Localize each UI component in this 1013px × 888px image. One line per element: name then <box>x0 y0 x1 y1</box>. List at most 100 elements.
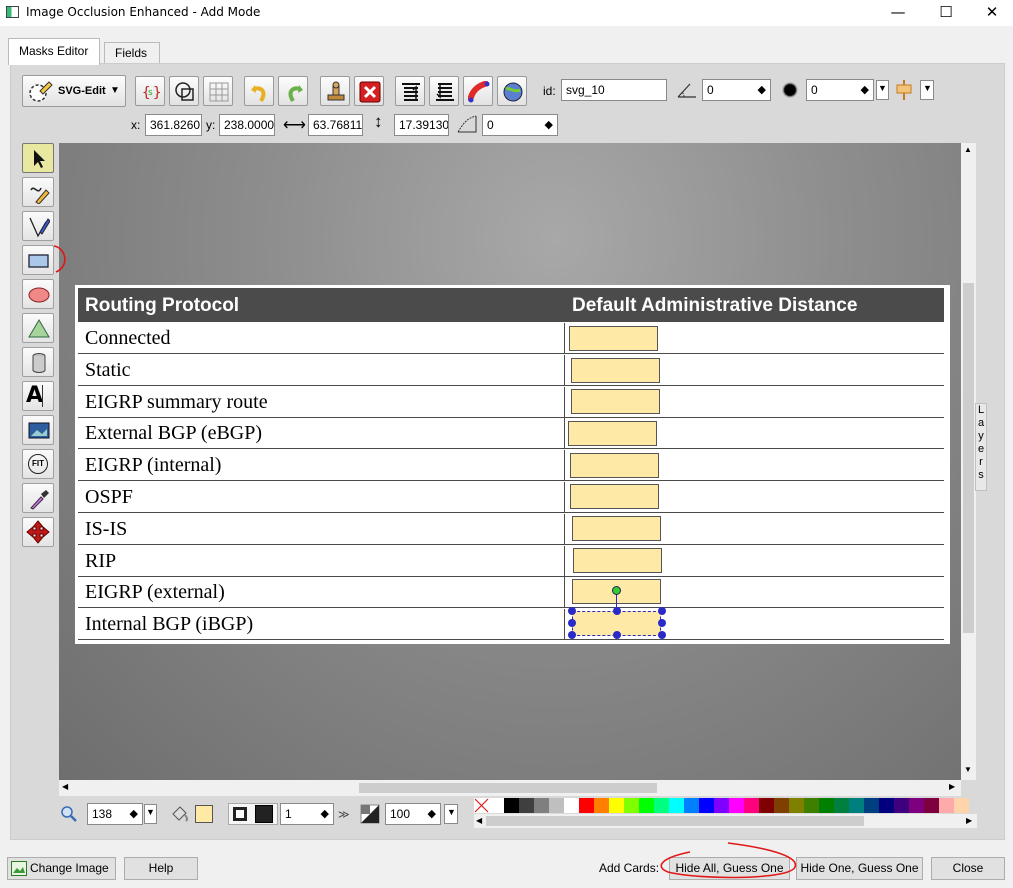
ellipse-tool-button[interactable] <box>22 279 54 309</box>
rectangle-tool-button[interactable] <box>22 245 54 275</box>
pencil-tool-button[interactable] <box>22 177 54 207</box>
grid-button[interactable] <box>203 76 233 106</box>
palette-swatch[interactable] <box>564 798 579 813</box>
close-button[interactable]: Close <box>931 857 1005 880</box>
palette-swatch[interactable] <box>894 798 909 813</box>
height-input[interactable]: 17.39130 <box>394 114 449 136</box>
palette-swatch[interactable] <box>789 798 804 813</box>
undo-button[interactable] <box>244 76 274 106</box>
resize-handle[interactable] <box>613 607 621 615</box>
palette-swatch[interactable] <box>909 798 924 813</box>
resize-handle[interactable] <box>658 631 666 639</box>
palette-swatch[interactable] <box>714 798 729 813</box>
move-to-top-button[interactable] <box>395 76 425 106</box>
corner-radius-input[interactable]: 0 ◆ <box>482 114 558 136</box>
stroke-color-swatch[interactable] <box>255 805 273 823</box>
palette-swatch[interactable] <box>534 798 549 813</box>
text-tool-button[interactable]: A <box>22 381 54 411</box>
palette-swatch[interactable] <box>819 798 834 813</box>
occlusion-mask[interactable] <box>573 548 662 573</box>
occlusion-mask[interactable] <box>569 326 658 351</box>
palette-swatch[interactable] <box>864 798 879 813</box>
palette-swatch[interactable] <box>624 798 639 813</box>
resize-handle[interactable] <box>613 631 621 639</box>
maximize-button[interactable]: ☐ <box>923 0 969 26</box>
tab-fields[interactable]: Fields <box>104 42 160 64</box>
y-input[interactable]: 238.0000 <box>219 114 275 136</box>
blur-dropdown[interactable]: ▼ <box>876 80 889 100</box>
polygon-tool-button[interactable] <box>22 313 54 343</box>
help-button[interactable]: Help <box>124 857 198 880</box>
resize-handle[interactable] <box>568 631 576 639</box>
palette-swatch[interactable] <box>939 798 954 813</box>
palette-swatch[interactable] <box>519 798 534 813</box>
vertical-scrollbar[interactable]: ▲ ▼ <box>961 143 976 780</box>
image-tool-button[interactable] <box>22 415 54 445</box>
palette-scrollbar[interactable]: ◀ ▶ <box>474 814 977 828</box>
layer-tool-button[interactable] <box>22 347 54 377</box>
palette-swatch[interactable] <box>654 798 669 813</box>
palette-swatch[interactable] <box>594 798 609 813</box>
x-input[interactable]: 361.8260 <box>145 114 202 136</box>
hide-one-guess-one-button[interactable]: Hide One, Guess One <box>796 857 923 880</box>
rotate-handle[interactable] <box>612 586 621 595</box>
palette-swatch[interactable] <box>744 798 759 813</box>
svg-edit-menu-button[interactable]: SVG-Edit ▼ <box>22 75 126 107</box>
pan-tool-button[interactable] <box>22 517 54 547</box>
palette-swatch[interactable] <box>609 798 624 813</box>
opacity-dropdown[interactable]: ▼ <box>444 804 458 824</box>
resize-handle[interactable] <box>658 607 666 615</box>
occlusion-mask[interactable] <box>570 484 659 509</box>
palette-swatch[interactable] <box>669 798 684 813</box>
palette-swatch[interactable] <box>849 798 864 813</box>
palette-swatch[interactable] <box>684 798 699 813</box>
no-color-swatch[interactable] <box>474 798 489 813</box>
select-tool-button[interactable] <box>22 143 54 173</box>
resize-handle[interactable] <box>568 607 576 615</box>
move-to-bottom-button[interactable] <box>429 76 459 106</box>
opacity-input[interactable]: 100 ◆ <box>385 803 441 825</box>
resize-handle[interactable] <box>658 619 666 627</box>
palette-swatch[interactable] <box>579 798 594 813</box>
align-dropdown[interactable]: ▼ <box>920 80 934 100</box>
close-window-button[interactable]: ✕ <box>969 0 1013 26</box>
occlusion-mask[interactable] <box>572 516 661 541</box>
zoom-dropdown[interactable]: ▼ <box>144 804 157 824</box>
eyedropper-tool-button[interactable] <box>22 483 54 513</box>
stroke-style-icon[interactable]: ≫ <box>338 808 350 821</box>
wireframe-button[interactable] <box>169 76 199 106</box>
palette-swatch[interactable] <box>639 798 654 813</box>
palette-swatch[interactable] <box>834 798 849 813</box>
palette-swatch[interactable] <box>879 798 894 813</box>
id-input[interactable]: svg_10 <box>561 79 667 101</box>
occlusion-mask[interactable] <box>571 389 660 414</box>
layers-panel-toggle[interactable]: Layers <box>975 403 987 491</box>
zoom-input[interactable]: 138 ◆ <box>87 803 143 825</box>
horizontal-scrollbar[interactable]: ◀ ▶ <box>59 780 961 796</box>
angle-input[interactable]: 0 ◆ <box>702 79 771 101</box>
convert-to-path-button[interactable] <box>463 76 493 106</box>
blur-input[interactable]: 0 ◆ <box>806 79 874 101</box>
palette-swatch[interactable] <box>759 798 774 813</box>
palette-swatch[interactable] <box>924 798 939 813</box>
palette-swatch[interactable] <box>504 798 519 813</box>
hide-all-guess-one-button[interactable]: Hide All, Guess One <box>669 857 790 880</box>
occlusion-mask[interactable] <box>571 358 660 383</box>
redo-button[interactable] <box>278 76 308 106</box>
reorient-button[interactable] <box>497 76 527 106</box>
stroke-width-input[interactable]: 1 ◆ <box>280 803 334 825</box>
palette-swatch[interactable] <box>699 798 714 813</box>
occlusion-mask[interactable] <box>570 453 659 478</box>
change-image-button[interactable]: Change Image <box>7 857 116 880</box>
path-tool-button[interactable] <box>22 211 54 241</box>
width-input[interactable]: 63.76811 <box>308 114 363 136</box>
clone-button[interactable] <box>320 76 350 106</box>
occlusion-mask[interactable] <box>568 421 657 446</box>
vertical-scroll-thumb[interactable] <box>963 283 974 633</box>
palette-swatch[interactable] <box>729 798 744 813</box>
resize-handle[interactable] <box>568 619 576 627</box>
minimize-button[interactable]: — <box>875 0 921 26</box>
zoom-fit-button[interactable]: FIT <box>22 449 54 479</box>
palette-scroll-thumb[interactable] <box>486 816 864 826</box>
palette-swatch[interactable] <box>489 798 504 813</box>
